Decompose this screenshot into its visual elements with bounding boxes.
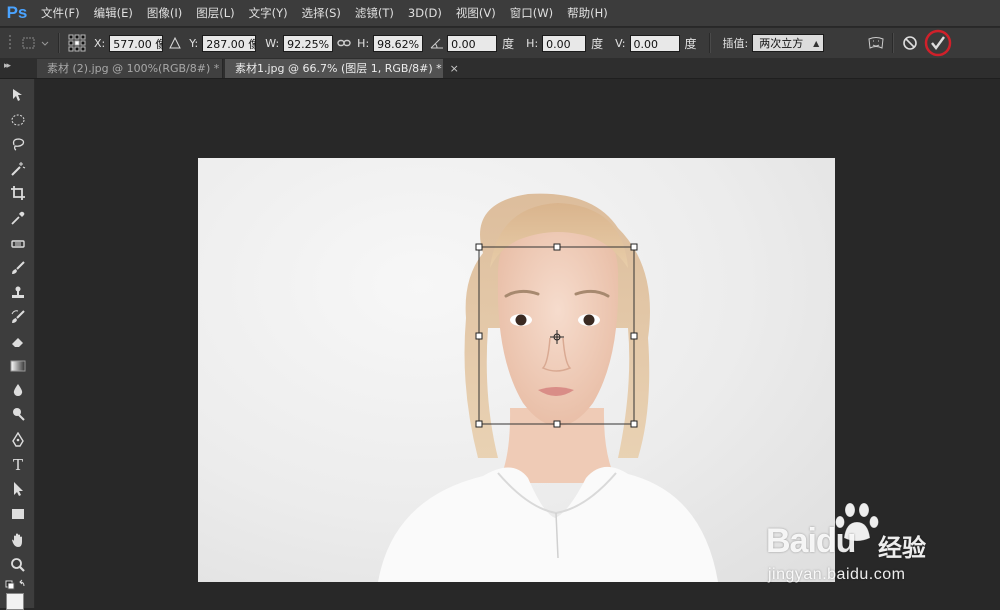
- baidu-watermark: Baidu 经验 jingyan.baidu.com: [766, 500, 966, 590]
- menu-select[interactable]: 选择(S): [295, 5, 348, 21]
- rotate-angle-icon: [427, 37, 447, 49]
- interpolation-value: 两次立方: [759, 37, 804, 50]
- menu-edit[interactable]: 编辑(E): [87, 5, 140, 21]
- move-tool-icon[interactable]: [7, 85, 29, 105]
- tab-label: 素材 (2).jpg @ 100%(RGB/8#) *: [47, 62, 220, 75]
- panel-grip-icon: [4, 34, 18, 52]
- brush-tool-icon[interactable]: [7, 258, 29, 278]
- w-label: W:: [265, 36, 280, 50]
- skew-v-field[interactable]: 0.00: [629, 34, 680, 52]
- height-field[interactable]: 98.62%: [373, 34, 424, 52]
- magic-wand-tool-icon[interactable]: [7, 159, 29, 179]
- warp-mode-icon[interactable]: [863, 35, 889, 51]
- photoshop-logo: Ps: [6, 3, 28, 22]
- marquee-tool-icon[interactable]: [7, 110, 29, 130]
- reference-point-icon[interactable]: [66, 34, 88, 52]
- lasso-tool-icon[interactable]: [7, 134, 29, 154]
- rectangle-tool-icon[interactable]: [7, 504, 29, 524]
- gradient-tool-icon[interactable]: [7, 356, 29, 376]
- document-canvas[interactable]: [198, 158, 835, 582]
- watermark-brand-cn: 经验: [878, 534, 926, 562]
- foreground-color-swatch[interactable]: [6, 593, 24, 610]
- commit-transform-icon[interactable]: [923, 28, 953, 58]
- document-tab-bar: ▸▸ 素材 (2).jpg @ 100%(RGB/8#) *× 素材1.jpg …: [0, 58, 1000, 79]
- cancel-transform-icon[interactable]: [897, 35, 923, 51]
- skew-v-unit: 度: [684, 36, 697, 51]
- menu-bar: Ps 文件(F) 编辑(E) 图像(I) 图层(L) 文字(Y) 选择(S) 滤…: [0, 0, 1000, 26]
- x-position-field[interactable]: 577.00 像素: [109, 34, 164, 52]
- y-label: Y:: [189, 36, 199, 50]
- dodge-tool-icon[interactable]: [7, 404, 29, 424]
- skew-h-field[interactable]: 0.00: [542, 34, 587, 52]
- rotate-unit: 度: [502, 36, 515, 51]
- interpolation-dropdown[interactable]: 两次立方 ▲: [752, 34, 825, 52]
- menu-3d[interactable]: 3D(D): [401, 6, 449, 20]
- menu-window[interactable]: 窗口(W): [503, 5, 560, 21]
- h-label: H:: [357, 36, 370, 50]
- crop-tool-icon[interactable]: [7, 183, 29, 203]
- options-bar: X: 577.00 像素 Y: 287.00 像素 W: 92.25% H: 9…: [0, 27, 1000, 59]
- hand-tool-icon[interactable]: [7, 530, 29, 550]
- zoom-tool-icon[interactable]: [7, 555, 29, 575]
- tab-document-1[interactable]: 素材1.jpg @ 66.7% (图层 1, RGB/8#) * ×: [225, 59, 459, 78]
- link-icon[interactable]: [333, 38, 355, 48]
- y-position-field[interactable]: 287.00 像素: [202, 34, 257, 52]
- tab-label: 素材1.jpg @ 66.7% (图层 1, RGB/8#) *: [235, 62, 442, 75]
- menu-help[interactable]: 帮助(H): [560, 5, 615, 21]
- eraser-tool-icon[interactable]: [7, 331, 29, 351]
- x-label: X:: [94, 36, 106, 50]
- collapse-panels-icon[interactable]: ▸▸: [4, 61, 11, 71]
- type-tool-icon[interactable]: T: [7, 455, 29, 475]
- watermark-brand: Baidu: [766, 522, 856, 560]
- portrait-photo: [378, 193, 718, 582]
- watermark-url: jingyan.baidu.com: [768, 566, 906, 583]
- clone-stamp-tool-icon[interactable]: [7, 283, 29, 303]
- healing-brush-tool-icon[interactable]: [7, 234, 29, 254]
- skew-v-label: V:: [615, 36, 626, 50]
- blur-tool-icon[interactable]: [7, 380, 29, 400]
- eyedropper-tool-icon[interactable]: [7, 208, 29, 228]
- menu-type[interactable]: 文字(Y): [242, 5, 295, 21]
- menu-image[interactable]: 图像(I): [140, 5, 189, 21]
- tools-panel: T: [0, 79, 35, 610]
- interpolation-label: 插值:: [722, 37, 749, 50]
- menu-view[interactable]: 视图(V): [449, 5, 503, 21]
- skew-h-label: H:: [526, 36, 539, 50]
- menu-file[interactable]: 文件(F): [34, 5, 87, 21]
- width-field[interactable]: 92.25%: [283, 34, 334, 52]
- menu-filter[interactable]: 滤镜(T): [348, 5, 401, 21]
- transform-preset-icon[interactable]: [18, 35, 52, 51]
- history-brush-tool-icon[interactable]: [7, 307, 29, 327]
- pen-tool-icon[interactable]: [7, 430, 29, 450]
- close-icon[interactable]: ×: [450, 62, 459, 75]
- dropdown-arrow-icon: ▲: [813, 39, 820, 48]
- menu-layer[interactable]: 图层(L): [189, 5, 241, 21]
- tab-document-2[interactable]: 素材 (2).jpg @ 100%(RGB/8#) *×: [37, 59, 236, 78]
- rotate-field[interactable]: 0.00: [447, 34, 498, 52]
- skew-h-unit: 度: [591, 36, 604, 51]
- relative-position-icon[interactable]: [163, 37, 187, 49]
- path-selection-tool-icon[interactable]: [7, 479, 29, 499]
